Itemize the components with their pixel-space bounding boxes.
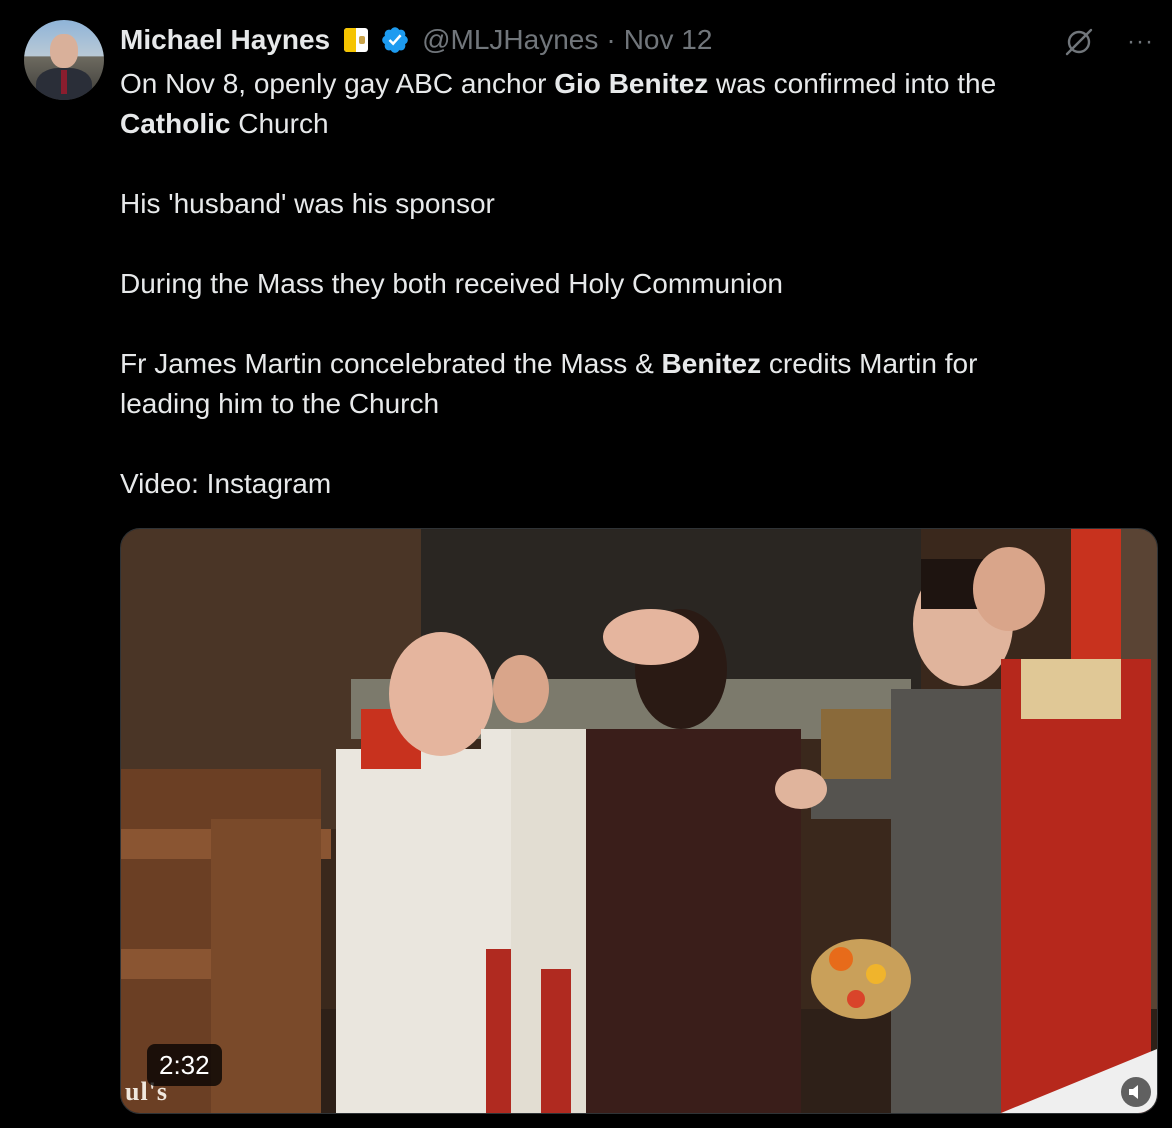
- avatar[interactable]: [24, 20, 104, 100]
- tweet-paragraph-3: During the Mass they both received Holy …: [120, 268, 783, 299]
- author-name[interactable]: Michael Haynes: [120, 24, 330, 56]
- speaker-muted-icon[interactable]: [1121, 1077, 1151, 1107]
- bold-word-catholic: Catholic: [120, 108, 231, 139]
- tweet-header: Michael Haynes @MLJHaynes · Nov 12: [120, 22, 712, 58]
- vatican-flag-icon: [344, 28, 369, 52]
- tweet-paragraph-5: Video: Instagram: [120, 468, 332, 499]
- more-options-icon[interactable]: ···: [1127, 24, 1154, 60]
- verified-badge-icon[interactable]: [380, 25, 410, 55]
- avatar-head: [50, 34, 78, 68]
- grok-icon[interactable]: [1061, 24, 1097, 60]
- tweet-paragraph-1: On Nov 8, openly gay ABC anchor Gio Beni…: [120, 68, 997, 139]
- header-separator: ·: [606, 24, 616, 55]
- bold-name-benitez: Gio Benitez: [554, 68, 709, 99]
- author-handle[interactable]: @MLJHaynes: [422, 24, 598, 56]
- tweet-text: On Nov 8, openly gay ABC anchor Gio Beni…: [120, 64, 1130, 504]
- video-frame: [121, 529, 1157, 1113]
- tweet-paragraph-2: His 'husband' was his sponsor: [120, 188, 495, 219]
- tweet-actions-top: ···: [1061, 24, 1154, 60]
- tweet-paragraph-4: Fr James Martin concelebrated the Mass &…: [120, 348, 978, 419]
- avatar-tie: [61, 70, 67, 94]
- video-duration: 2:32: [147, 1044, 222, 1086]
- tweet-container[interactable]: Michael Haynes @MLJHaynes · Nov 12 ··· O…: [0, 0, 1172, 1128]
- bold-name-benitez-2: Benitez: [661, 348, 762, 379]
- tweet-date[interactable]: Nov 12: [624, 24, 713, 56]
- video-player[interactable]: ul's 2:32: [120, 528, 1158, 1114]
